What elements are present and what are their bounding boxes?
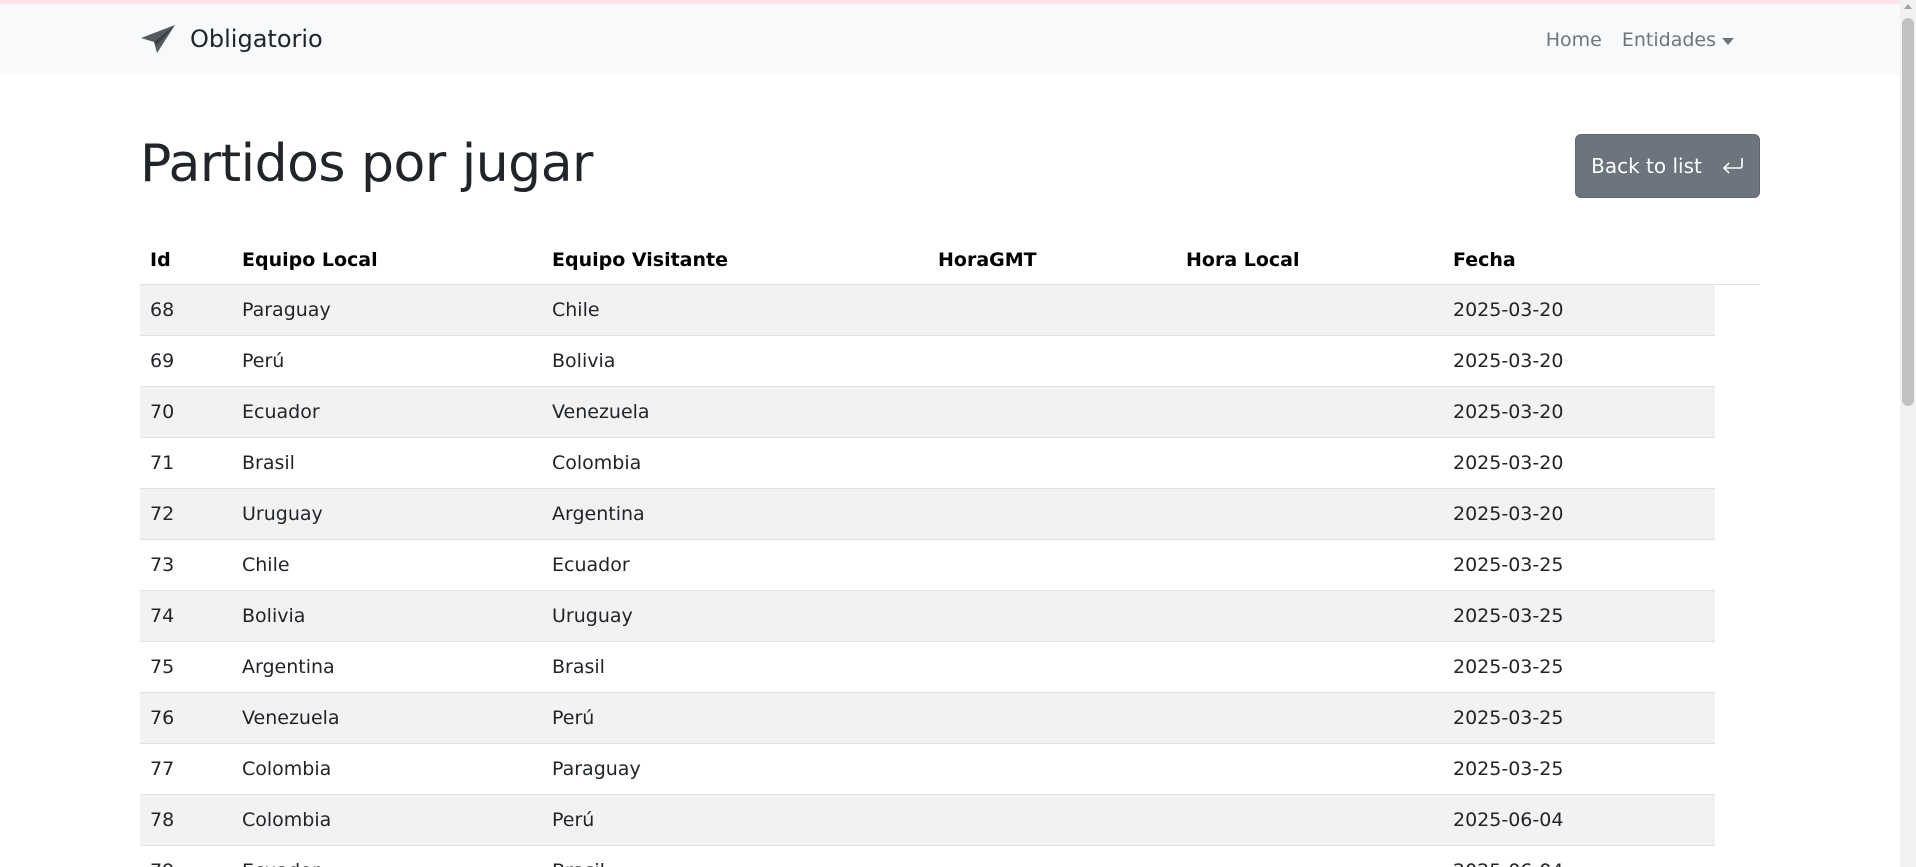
table-row: 71 Brasil Colombia 2025-03-20 — [140, 438, 1715, 489]
cell-id: 76 — [150, 707, 175, 729]
cell-fecha: 2025-03-25 — [1453, 656, 1564, 678]
navbar-brand[interactable]: Obligatorio — [140, 22, 323, 56]
cell-id: 73 — [150, 554, 175, 576]
cell-equipo-visitante: Paraguay — [552, 758, 641, 780]
cell-equipo-visitante: Colombia — [552, 452, 642, 474]
page-title: Partidos por jugar — [140, 134, 593, 194]
header-equipo-local: Equipo Local — [242, 249, 378, 271]
cell-id: 74 — [150, 605, 175, 627]
nav-link-home[interactable]: Home — [1546, 29, 1602, 51]
nav-dropdown-entidades[interactable]: Entidades — [1622, 29, 1734, 51]
cell-fecha: 2025-03-20 — [1453, 452, 1564, 474]
back-button-label: Back to list — [1591, 154, 1702, 178]
cell-equipo-local: Ecuador — [242, 401, 320, 423]
cell-id: 72 — [150, 503, 175, 525]
cell-equipo-local: Colombia — [242, 758, 332, 780]
cell-equipo-local: Venezuela — [242, 707, 340, 729]
cell-equipo-local: Perú — [242, 350, 285, 372]
table-row: 75 Argentina Brasil 2025-03-25 — [140, 642, 1715, 693]
dropdown-label: Entidades — [1621, 29, 1716, 51]
cell-equipo-local: Ecuador — [242, 846, 320, 867]
navbar: Obligatorio Home Entidades — [0, 4, 1900, 74]
cell-id: 68 — [150, 299, 175, 321]
vertical-scrollbar[interactable] — [1900, 0, 1916, 867]
cell-equipo-local: Chile — [242, 554, 290, 576]
cell-equipo-visitante: Chile — [552, 299, 600, 321]
header-fecha: Fecha — [1453, 249, 1516, 271]
cell-fecha: 2025-03-25 — [1453, 554, 1564, 576]
cell-fecha: 2025-03-20 — [1453, 401, 1564, 423]
table-row: 78 Colombia Perú 2025-06-04 — [140, 795, 1715, 846]
cell-fecha: 2025-06-04 — [1453, 846, 1563, 867]
back-to-list-button[interactable]: Back to list — [1575, 134, 1760, 198]
cell-equipo-visitante: Brasil — [552, 846, 605, 867]
cell-id: 77 — [150, 758, 175, 780]
scroll-up-arrow-icon[interactable] — [1904, 4, 1912, 9]
cell-equipo-local: Argentina — [242, 656, 335, 678]
cell-equipo-visitante: Ecuador — [552, 554, 630, 576]
return-arrow-icon — [1722, 157, 1744, 175]
table-row: 73 Chile Ecuador 2025-03-25 — [140, 540, 1715, 591]
cell-id: 75 — [150, 656, 175, 678]
cell-id: 79 — [150, 846, 174, 867]
table-row: 72 Uruguay Argentina 2025-03-20 — [140, 489, 1715, 540]
matches-table: Id Equipo Local Equipo Visitante HoraGMT… — [140, 240, 1760, 867]
table-row: 74 Bolivia Uruguay 2025-03-25 — [140, 591, 1715, 642]
header-hora-gmt: HoraGMT — [938, 249, 1037, 271]
header-equipo-visitante: Equipo Visitante — [552, 249, 728, 271]
cell-equipo-visitante: Bolivia — [552, 350, 616, 372]
cell-equipo-visitante: Perú — [552, 707, 595, 729]
cell-equipo-visitante: Uruguay — [552, 605, 633, 627]
cell-fecha: 2025-03-20 — [1453, 299, 1564, 321]
table-row: 77 Colombia Paraguay 2025-03-25 — [140, 744, 1715, 795]
cell-equipo-local: Bolivia — [242, 605, 306, 627]
cell-equipo-local: Uruguay — [242, 503, 323, 525]
table-row: 68 Paraguay Chile 2025-03-20 — [140, 285, 1715, 336]
cell-id: 78 — [150, 809, 175, 831]
cell-fecha: 2025-03-25 — [1453, 758, 1564, 780]
table-row: 69 Perú Bolivia 2025-03-20 — [140, 336, 1715, 387]
table-row: 79 Ecuador Brasil 2025-06-04 — [140, 846, 1715, 867]
cell-equipo-local: Paraguay — [242, 299, 331, 321]
cell-equipo-visitante: Brasil — [552, 656, 605, 678]
cell-id: 70 — [150, 401, 175, 423]
cell-id: 69 — [150, 350, 175, 372]
cell-equipo-visitante: Venezuela — [552, 401, 650, 423]
cell-fecha: 2025-06-04 — [1453, 809, 1564, 831]
cell-equipo-visitante: Perú — [552, 809, 595, 831]
table-row: 76 Venezuela Perú 2025-03-25 — [140, 693, 1715, 744]
caret-down-icon — [1722, 37, 1734, 45]
cell-fecha: 2025-03-20 — [1453, 503, 1564, 525]
cell-id: 71 — [150, 452, 175, 474]
header-hora-local: Hora Local — [1186, 249, 1300, 271]
cell-equipo-local: Colombia — [242, 809, 332, 831]
cell-equipo-visitante: Argentina — [552, 503, 645, 525]
cell-equipo-local: Brasil — [242, 452, 295, 474]
brand-label: Obligatorio — [190, 25, 323, 53]
paper-plane-icon — [140, 23, 176, 55]
header-id: Id — [150, 249, 171, 271]
cell-fecha: 2025-03-25 — [1453, 707, 1564, 729]
table-row: 70 Ecuador Venezuela 2025-03-20 — [140, 387, 1715, 438]
cell-fecha: 2025-03-25 — [1453, 605, 1564, 627]
table-header-row: Id Equipo Local Equipo Visitante HoraGMT… — [140, 240, 1760, 285]
scrollbar-thumb[interactable] — [1902, 18, 1914, 406]
nav-links: Home Entidades — [1546, 26, 1734, 54]
cell-fecha: 2025-03-20 — [1453, 350, 1564, 372]
